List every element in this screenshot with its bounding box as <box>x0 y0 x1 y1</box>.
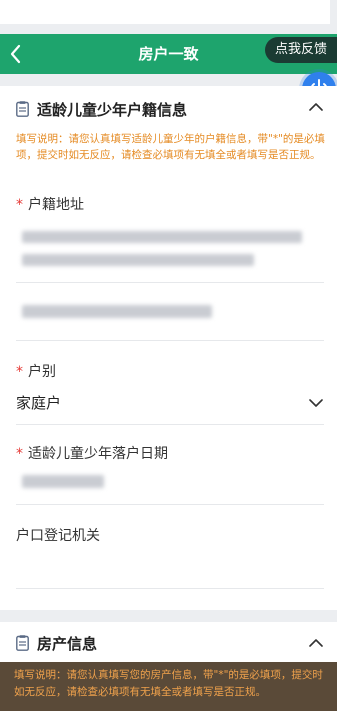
feedback-button[interactable]: 点我反馈 <box>265 37 337 63</box>
divider <box>16 424 324 425</box>
settle-date-redacted[interactable] <box>22 475 104 488</box>
chevron-up-icon[interactable] <box>309 638 323 648</box>
section-header: 适龄儿童少年户籍信息 <box>16 98 187 120</box>
address-line-1-redacted <box>22 231 302 243</box>
household-type-label: * 户别 <box>16 364 56 380</box>
top-strip <box>0 0 337 34</box>
section-title: 适龄儿童少年户籍信息 <box>37 100 188 119</box>
address-detail-redacted[interactable] <box>22 305 212 318</box>
section-header: 房产信息 <box>16 632 97 654</box>
chevron-down-icon[interactable] <box>309 398 323 408</box>
divider <box>16 340 324 341</box>
divider <box>16 282 324 283</box>
fill-instructions: 填写说明：请您认真填写您的房产信息，带"*"的是必填项，提交时如无反应，请检查必… <box>0 662 337 711</box>
chevron-up-icon[interactable] <box>309 102 323 112</box>
clipboard-icon <box>16 101 29 117</box>
address-line-2-redacted <box>22 254 254 266</box>
fill-instructions: 填写说明：请您认真填写适龄儿童少年的户籍信息，带"*"的是必填项，提交时如无反应… <box>16 133 325 161</box>
app-header: 房户一致 点我反馈 <box>0 34 337 74</box>
address-label: * 户籍地址 <box>16 197 84 213</box>
property-info-card: 房产信息 填写说明：请您认真填写您的房产信息，带"*"的是必填项，提交时如无反应… <box>0 622 337 711</box>
clipboard-icon <box>16 635 29 651</box>
settle-date-label: * 适龄儿童少年落户日期 <box>16 446 168 462</box>
household-type-select[interactable]: 家庭户 <box>16 392 61 413</box>
divider <box>16 504 324 505</box>
household-info-card: 适龄儿童少年户籍信息 填写说明：请您认真填写适龄儿童少年的户籍信息，带"*"的是… <box>0 86 337 610</box>
authority-label: 户口登记机关 <box>16 528 100 544</box>
divider <box>16 588 324 589</box>
section-title: 房产信息 <box>37 634 98 653</box>
top-strip-bar <box>0 0 330 24</box>
